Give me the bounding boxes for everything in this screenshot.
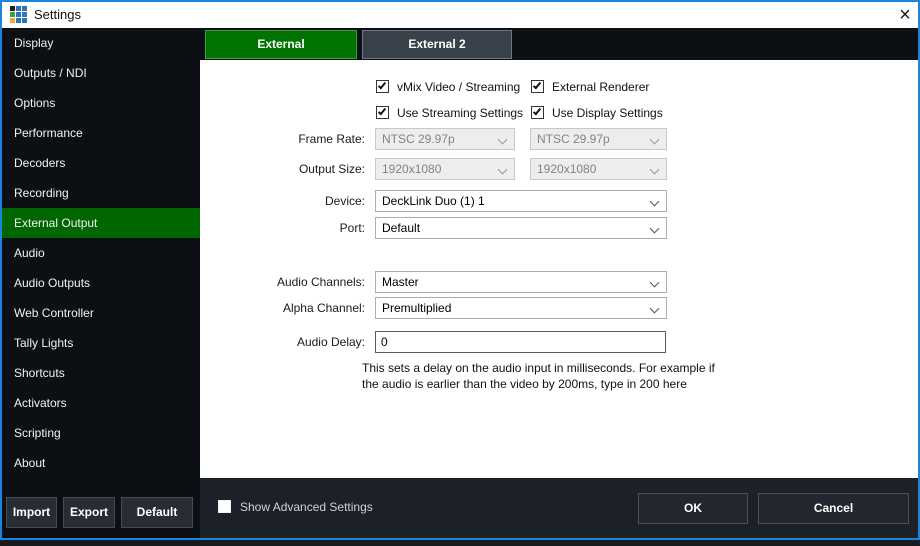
sidebar-item-about[interactable]: About xyxy=(2,448,200,478)
logo-square xyxy=(22,12,27,17)
sidebar-item-shortcuts[interactable]: Shortcuts xyxy=(2,358,200,388)
logo-square xyxy=(10,18,15,23)
tab-external[interactable]: External xyxy=(205,30,357,59)
frame-rate-label: Frame Rate: xyxy=(200,128,365,150)
alpha-channel-select[interactable]: Premultiplied xyxy=(375,297,667,319)
audio-channels-value: Master xyxy=(382,275,419,289)
sidebar-item-audio[interactable]: Audio xyxy=(2,238,200,268)
chevron-down-icon xyxy=(498,165,508,175)
logo-square xyxy=(22,18,27,23)
sidebar-item-recording[interactable]: Recording xyxy=(2,178,200,208)
chevron-down-icon xyxy=(650,304,660,314)
output-size-value-2: 1920x1080 xyxy=(537,162,596,176)
checkmark-icon xyxy=(378,81,386,90)
logo-square xyxy=(22,6,27,11)
logo-square xyxy=(16,12,21,17)
sidebar-item-performance[interactable]: Performance xyxy=(2,118,200,148)
use-display-settings-checkbox[interactable] xyxy=(531,106,544,119)
use-streaming-settings-label: Use Streaming Settings xyxy=(397,106,523,120)
titlebar: Settings × xyxy=(2,2,918,28)
device-select[interactable]: DeckLink Duo (1) 1 xyxy=(375,190,667,212)
alpha-channel-label: Alpha Channel: xyxy=(200,297,365,319)
ok-button[interactable]: OK xyxy=(638,493,748,524)
sidebar-item-display[interactable]: Display xyxy=(2,28,200,58)
port-value: Default xyxy=(382,221,420,235)
chevron-down-icon xyxy=(650,135,660,145)
logo-square xyxy=(10,12,15,17)
external-renderer-label: External Renderer xyxy=(552,80,649,94)
close-icon[interactable]: × xyxy=(892,4,918,28)
window-title: Settings xyxy=(34,2,81,28)
export-button[interactable]: Export xyxy=(63,497,115,528)
logo-square xyxy=(10,6,15,11)
sidebar-item-audio-outputs[interactable]: Audio Outputs xyxy=(2,268,200,298)
vmix-logo-icon xyxy=(10,6,29,25)
output-size-label: Output Size: xyxy=(200,158,365,180)
output-size-select-1[interactable]: 1920x1080 xyxy=(375,158,515,180)
sidebar-item-external-output[interactable]: External Output xyxy=(2,208,200,238)
device-label: Device: xyxy=(200,190,365,212)
device-value: DeckLink Duo (1) 1 xyxy=(382,194,485,208)
audio-delay-help-text: This sets a delay on the audio input in … xyxy=(362,360,722,392)
frame-rate-select-1[interactable]: NTSC 29.97p xyxy=(375,128,515,150)
chevron-down-icon xyxy=(498,135,508,145)
sidebar-item-decoders[interactable]: Decoders xyxy=(2,148,200,178)
logo-square xyxy=(16,18,21,23)
app-body: Display Outputs / NDI Options Performanc… xyxy=(2,28,918,538)
port-select[interactable]: Default xyxy=(375,217,667,239)
settings-panel: vMix Video / Streaming External Renderer… xyxy=(200,60,918,478)
frame-rate-select-2[interactable]: NTSC 29.97p xyxy=(530,128,667,150)
sidebar-item-tally-lights[interactable]: Tally Lights xyxy=(2,328,200,358)
frame-rate-value-2: NTSC 29.97p xyxy=(537,132,610,146)
vmix-video-streaming-label: vMix Video / Streaming xyxy=(397,80,520,94)
checkmark-icon xyxy=(378,107,386,116)
sidebar-item-outputs-ndi[interactable]: Outputs / NDI xyxy=(2,58,200,88)
sidebar-item-options[interactable]: Options xyxy=(2,88,200,118)
chevron-down-icon xyxy=(650,165,660,175)
show-advanced-settings-checkbox[interactable] xyxy=(218,500,231,513)
tab-external-2[interactable]: External 2 xyxy=(362,30,512,59)
port-label: Port: xyxy=(200,217,365,239)
sidebar-item-activators[interactable]: Activators xyxy=(2,388,200,418)
vmix-video-streaming-checkbox[interactable] xyxy=(376,80,389,93)
checkmark-icon xyxy=(533,107,541,116)
cancel-button[interactable]: Cancel xyxy=(758,493,909,524)
show-advanced-settings-label: Show Advanced Settings xyxy=(240,500,373,514)
sidebar-item-scripting[interactable]: Scripting xyxy=(2,418,200,448)
audio-delay-input[interactable] xyxy=(375,331,666,353)
chevron-down-icon xyxy=(650,278,660,288)
desktop-background xyxy=(0,540,920,546)
audio-channels-select[interactable]: Master xyxy=(375,271,667,293)
default-button[interactable]: Default xyxy=(121,497,193,528)
output-size-value-1: 1920x1080 xyxy=(382,162,441,176)
footer-bar: Show Advanced Settings OK Cancel xyxy=(200,478,918,538)
chevron-down-icon xyxy=(650,197,660,207)
help-line-1: This sets a delay on the audio input in … xyxy=(362,360,722,376)
audio-channels-label: Audio Channels: xyxy=(200,271,365,293)
chevron-down-icon xyxy=(650,224,660,234)
frame-rate-value-1: NTSC 29.97p xyxy=(382,132,455,146)
sidebar-item-web-controller[interactable]: Web Controller xyxy=(2,298,200,328)
external-renderer-checkbox[interactable] xyxy=(531,80,544,93)
alpha-channel-value: Premultiplied xyxy=(382,301,451,315)
use-display-settings-label: Use Display Settings xyxy=(552,106,663,120)
output-size-select-2[interactable]: 1920x1080 xyxy=(530,158,667,180)
logo-square xyxy=(16,6,21,11)
import-button[interactable]: Import xyxy=(6,497,57,528)
use-streaming-settings-checkbox[interactable] xyxy=(376,106,389,119)
audio-delay-label: Audio Delay: xyxy=(200,331,365,353)
help-line-2: the audio is earlier than the video by 2… xyxy=(362,376,722,392)
checkmark-icon xyxy=(533,81,541,90)
